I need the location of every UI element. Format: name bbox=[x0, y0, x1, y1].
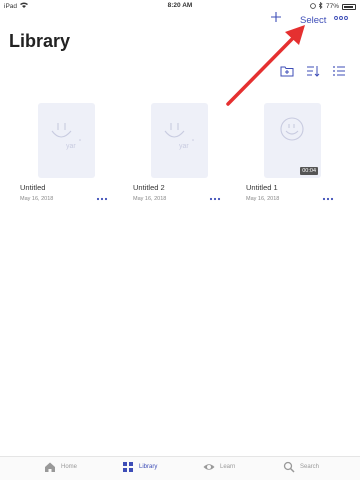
svg-text:yar: yar bbox=[66, 143, 76, 150]
tab-label: Library bbox=[139, 464, 158, 470]
duration-badge: 00:04 bbox=[300, 167, 318, 175]
status-bar: iPad 8:20 AM 77% bbox=[0, 0, 360, 12]
orientation-lock-icon bbox=[310, 2, 316, 11]
sketch-face-icon: yar bbox=[51, 123, 81, 150]
tab-learn[interactable]: Learn bbox=[203, 461, 235, 473]
tab-library[interactable]: Library bbox=[122, 461, 157, 473]
status-right: 77% bbox=[310, 1, 356, 11]
tab-label: Learn bbox=[220, 464, 236, 470]
item-more-button[interactable] bbox=[209, 193, 221, 203]
list-view-button[interactable] bbox=[332, 64, 346, 78]
add-button[interactable] bbox=[270, 10, 282, 28]
item-more-button[interactable] bbox=[96, 193, 108, 203]
item-date: May 16, 2018 bbox=[246, 196, 280, 202]
battery-percent: 77% bbox=[325, 3, 339, 10]
new-folder-icon bbox=[280, 66, 294, 77]
new-folder-button[interactable] bbox=[280, 64, 294, 78]
select-button[interactable]: Select bbox=[300, 15, 326, 26]
bluetooth-icon bbox=[318, 1, 323, 11]
ellipsis-icon bbox=[334, 16, 348, 20]
item-thumbnail[interactable]: 00:04 bbox=[264, 103, 321, 178]
sort-button[interactable] bbox=[306, 64, 320, 78]
plus-icon bbox=[271, 12, 281, 22]
svg-text:yar: yar bbox=[179, 143, 189, 150]
status-time: 8:20 AM bbox=[167, 2, 193, 9]
battery-icon bbox=[342, 3, 356, 10]
eye-icon bbox=[203, 464, 215, 470]
house-icon bbox=[45, 462, 55, 472]
sketch-face-icon: yar bbox=[164, 123, 194, 150]
page-title: Library bbox=[9, 31, 71, 51]
item-more-button[interactable] bbox=[322, 193, 334, 203]
ellipsis-icon bbox=[322, 197, 334, 201]
library-item[interactable]: yar Untitled May 16, 2018 bbox=[18, 103, 118, 213]
list-view-icon bbox=[333, 66, 345, 76]
library-toolbar bbox=[280, 64, 346, 78]
item-date: May 16, 2018 bbox=[133, 196, 167, 202]
item-date: May 16, 2018 bbox=[20, 196, 54, 202]
item-title: Untitled 1 bbox=[246, 183, 278, 192]
tab-bar: Home Library Learn Search bbox=[0, 456, 360, 480]
more-button[interactable] bbox=[334, 12, 348, 24]
sort-icon bbox=[307, 66, 320, 77]
tab-search[interactable]: Search bbox=[283, 461, 319, 473]
grid-icon bbox=[123, 462, 133, 472]
tab-label: Search bbox=[300, 464, 320, 470]
item-title: Untitled bbox=[20, 183, 46, 192]
library-item[interactable]: 00:04 Untitled 1 May 16, 2018 bbox=[244, 103, 344, 213]
library-item[interactable]: yar Untitled 2 May 16, 2018 bbox=[131, 103, 231, 213]
ellipsis-icon bbox=[96, 197, 108, 201]
magnifier-icon bbox=[283, 461, 295, 473]
item-title: Untitled 2 bbox=[133, 183, 165, 192]
ellipsis-icon bbox=[209, 197, 221, 201]
item-thumbnail[interactable]: yar bbox=[38, 103, 95, 178]
tab-label: Home bbox=[61, 464, 78, 470]
item-thumbnail[interactable]: yar bbox=[151, 103, 208, 178]
tab-home[interactable]: Home bbox=[44, 461, 77, 473]
